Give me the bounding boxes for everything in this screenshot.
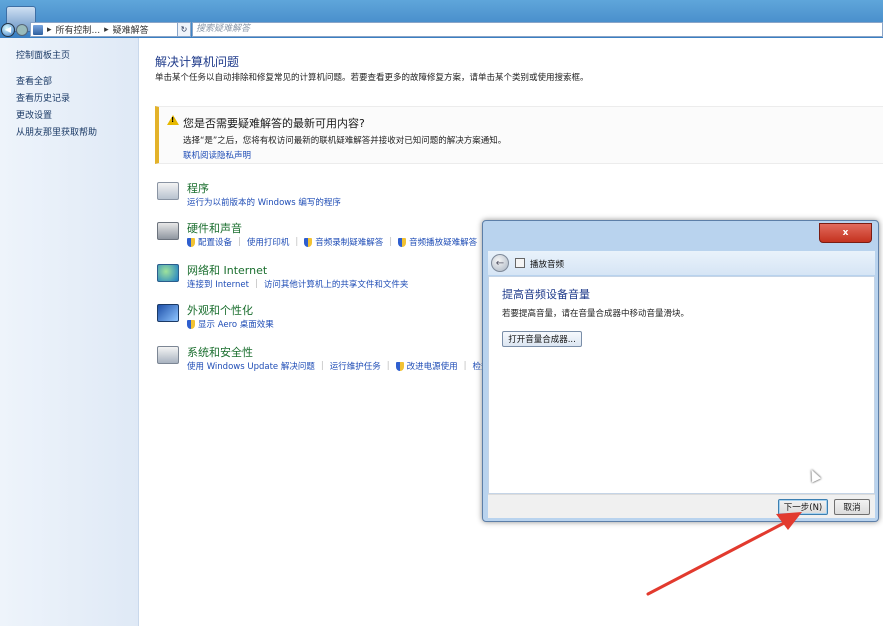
category-title-system-security[interactable]: 系统和安全性 <box>187 344 253 360</box>
link-audio-recording[interactable]: 音频录制疑难解答 <box>315 236 383 248</box>
link-configure-device[interactable]: 配置设备 <box>198 236 232 248</box>
refresh-icon: ↻ <box>180 25 188 34</box>
dialog-back-button[interactable]: ← <box>491 254 509 272</box>
breadcrumb-all-control-panel[interactable]: 所有控制... <box>56 23 101 36</box>
link-separator: | <box>320 361 324 371</box>
sidebar-item-view-history[interactable]: 查看历史记录 <box>16 91 70 104</box>
link-audio-playback[interactable]: 音频播放疑难解答 <box>409 236 477 248</box>
link-access-shared-files[interactable]: 访问其他计算机上的共享文件和文件夹 <box>264 278 409 290</box>
address-bar[interactable]: ▸ 所有控制... ▸ 疑难解答 ▾ <box>30 22 188 37</box>
hardware-sound-icon <box>157 222 179 240</box>
warning-icon: ! <box>167 115 179 125</box>
dialog-body: 提高音频设备音量 若要提高音量，请在音量合成器中移动音量滑块。 打开音量合成器.… <box>488 276 875 494</box>
sidebar-item-view-all[interactable]: 查看全部 <box>16 74 52 87</box>
shield-icon <box>395 361 404 371</box>
refresh-button[interactable]: ↻ <box>177 22 191 37</box>
mouse-cursor-icon <box>806 467 822 483</box>
sidebar-item-change-settings[interactable]: 更改设置 <box>16 108 52 121</box>
left-navigation: 控制面板主页 查看全部 查看历史记录 更改设置 从朋友那里获取帮助 <box>0 38 139 626</box>
window-titlebar: ◀ ▸ 所有控制... ▸ 疑难解答 ▾ ↻ 搜索疑难解答 <box>0 0 883 38</box>
dialog-footer: 下一步(N) 取消 <box>488 494 875 518</box>
dialog-description: 若要提高音量，请在音量合成器中移动音量滑块。 <box>502 309 690 319</box>
link-aero-effects[interactable]: 显示 Aero 桌面效果 <box>198 318 274 330</box>
category-links-hardware-sound: 配置设备 | 使用打印机 | 音频录制疑难解答 | 音频播放疑难解答 <box>187 236 477 248</box>
link-separator: | <box>463 361 467 371</box>
system-security-icon <box>157 346 179 364</box>
link-improve-power[interactable]: 改进电源使用 <box>407 360 458 372</box>
address-row: ◀ ▸ 所有控制... ▸ 疑难解答 ▾ ↻ 搜索疑难解答 <box>0 22 883 37</box>
link-maintenance-tasks[interactable]: 运行维护任务 <box>330 360 381 372</box>
category-links-appearance: 显示 Aero 桌面效果 <box>187 318 274 330</box>
control-panel-icon <box>33 24 43 35</box>
programs-icon <box>157 182 179 200</box>
shield-icon <box>187 319 195 329</box>
back-arrow-icon: ← <box>495 257 505 269</box>
sidebar-item-get-help-from-friend[interactable]: 从朋友那里获取帮助 <box>16 125 97 138</box>
link-separator: | <box>389 237 393 247</box>
page-description: 单击某个任务以自动排除和修复常见的计算机问题。若要查看更多的故障修复方案，请单击… <box>155 73 589 83</box>
privacy-statement-link[interactable]: 联机阅读隐私声明 <box>183 149 251 161</box>
sidebar-item-control-panel-home[interactable]: 控制面板主页 <box>16 48 70 61</box>
back-arrow-icon[interactable]: ◀ <box>1 22 15 37</box>
category-links-programs: 运行为以前版本的 Windows 编写的程序 <box>187 196 341 208</box>
troubleshooter-icon <box>515 258 525 268</box>
breadcrumb-troubleshooting[interactable]: 疑难解答 <box>113 23 149 36</box>
breadcrumb-separator-icon: ▸ <box>104 24 109 35</box>
notice-body: 选择“是”之后，您将有权访问最新的联机疑难解答并接收对已知问题的解决方案通知。 <box>183 136 507 146</box>
shield-icon <box>187 237 195 247</box>
forward-arrow-icon[interactable] <box>16 23 28 36</box>
dialog-title: 提高音频设备音量 <box>502 288 590 301</box>
shield-icon <box>398 237 407 247</box>
category-title-programs[interactable]: 程序 <box>187 180 209 196</box>
dialog-close-button[interactable]: x <box>819 223 872 243</box>
link-windows-update[interactable]: 使用 Windows Update 解决问题 <box>187 360 315 372</box>
link-run-older-programs[interactable]: 运行为以前版本的 Windows 编写的程序 <box>187 196 341 208</box>
category-links-network: 连接到 Internet | 访问其他计算机上的共享文件和文件夹 <box>187 278 408 290</box>
notice-title: 您是否需要疑难解答的最新可用内容? <box>183 117 365 130</box>
category-title-appearance[interactable]: 外观和个性化 <box>187 302 253 318</box>
link-separator: | <box>254 279 258 289</box>
page-title: 解决计算机问题 <box>155 55 240 69</box>
link-separator: | <box>238 237 241 247</box>
link-separator: | <box>295 237 299 247</box>
shield-icon <box>304 237 313 247</box>
playback-audio-dialog: x ← 播放音频 提高音频设备音量 若要提高音量，请在音量合成器中移动音量滑块。… <box>482 220 879 522</box>
network-globe-icon <box>157 264 179 282</box>
link-separator: | <box>386 361 390 371</box>
dialog-header: ← 播放音频 <box>488 251 875 275</box>
appearance-icon <box>157 304 179 322</box>
breadcrumb-separator-icon: ▸ <box>47 24 52 35</box>
update-notice: ! 您是否需要疑难解答的最新可用内容? 选择“是”之后，您将有权访问最新的联机疑… <box>155 106 883 164</box>
category-title-network[interactable]: 网络和 Internet <box>187 262 267 278</box>
category-links-system-security: 使用 Windows Update 解决问题 | 运行维护任务 | 改进电源使用… <box>187 360 490 372</box>
link-use-printer[interactable]: 使用打印机 <box>247 236 290 248</box>
open-volume-mixer-button[interactable]: 打开音量合成器... <box>502 331 582 347</box>
search-input[interactable]: 搜索疑难解答 <box>192 22 883 37</box>
dialog-name: 播放音频 <box>530 260 565 270</box>
cancel-button[interactable]: 取消 <box>834 499 870 515</box>
link-connect-internet[interactable]: 连接到 Internet <box>187 278 249 290</box>
next-button[interactable]: 下一步(N) <box>778 499 828 515</box>
category-title-hardware-sound[interactable]: 硬件和声音 <box>187 220 242 236</box>
close-icon: x <box>842 228 849 238</box>
